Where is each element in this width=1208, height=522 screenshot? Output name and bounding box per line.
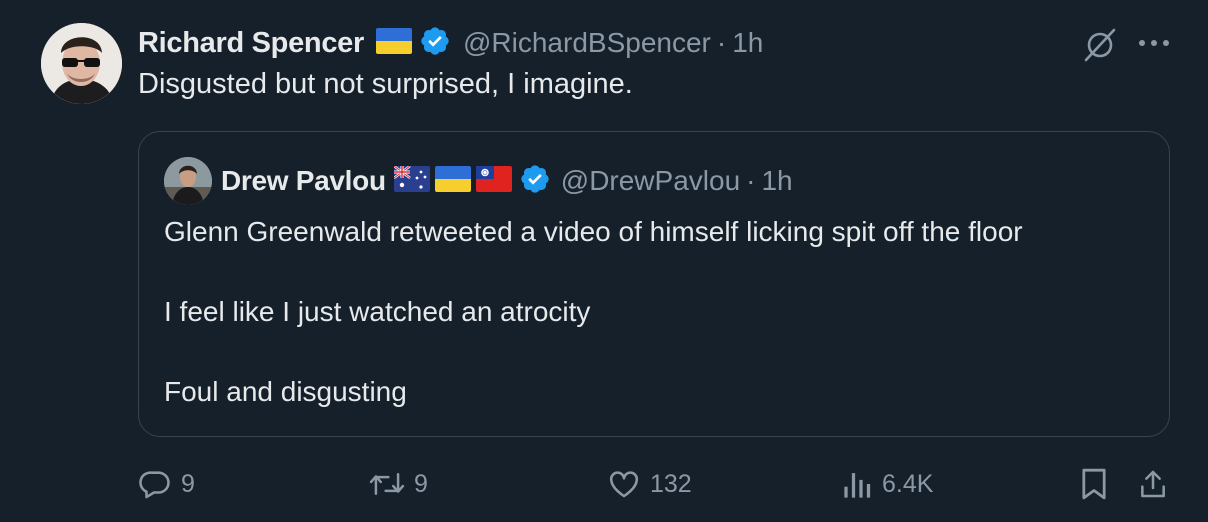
reply-icon bbox=[138, 467, 172, 501]
author-avatar[interactable] bbox=[41, 23, 122, 104]
quoted-author-avatar[interactable] bbox=[164, 157, 212, 205]
like-count: 132 bbox=[650, 469, 692, 498]
like-button[interactable]: 132 bbox=[607, 462, 692, 506]
quoted-post[interactable]: Drew Pavlou @DrewPavlou · 1h Glenn Green… bbox=[138, 131, 1170, 437]
quoted-text-line: Foul and disgusting bbox=[164, 376, 407, 407]
share-button[interactable] bbox=[1137, 462, 1169, 506]
views-count: 6.4K bbox=[882, 469, 934, 498]
post-text: Disgusted but not surprised, I imagine. bbox=[138, 68, 633, 100]
separator: · bbox=[746, 165, 756, 196]
taiwan-flag-icon bbox=[475, 165, 512, 197]
share-icon bbox=[1137, 466, 1169, 502]
repost-button[interactable]: 9 bbox=[369, 462, 428, 506]
views-button[interactable]: 6.4K bbox=[843, 462, 933, 506]
action-bar: 9 9 132 6.4K bbox=[0, 462, 1208, 506]
reply-button[interactable]: 9 bbox=[138, 462, 195, 506]
quoted-author-name[interactable]: Drew Pavlou bbox=[221, 165, 386, 197]
like-icon bbox=[607, 467, 641, 501]
australia-flag-icon bbox=[393, 164, 430, 197]
quoted-author-handle[interactable]: @DrewPavlou bbox=[561, 165, 740, 197]
author-name[interactable]: Richard Spencer bbox=[138, 27, 364, 60]
repost-icon bbox=[369, 467, 405, 501]
separator: · bbox=[716, 27, 727, 58]
grok-icon[interactable] bbox=[1082, 27, 1118, 63]
quoted-post-time[interactable]: 1h bbox=[761, 165, 792, 197]
post[interactable]: Richard Spencer @RichardBSpencer · 1h Di… bbox=[0, 0, 1208, 522]
post-time[interactable]: 1h bbox=[732, 27, 763, 59]
repost-count: 9 bbox=[414, 469, 428, 498]
author-handle[interactable]: @RichardBSpencer bbox=[463, 27, 711, 59]
quoted-flags bbox=[393, 164, 512, 197]
bookmark-button[interactable] bbox=[1078, 462, 1110, 506]
ukraine-flag-icon bbox=[375, 27, 412, 59]
quoted-post-header: Drew Pavlou @DrewPavlou · 1h bbox=[221, 161, 793, 201]
bookmark-icon bbox=[1078, 466, 1110, 502]
ukraine-flag-icon bbox=[434, 165, 471, 197]
quoted-text-line: Glenn Greenwald retweeted a video of him… bbox=[164, 216, 1023, 247]
reply-count: 9 bbox=[181, 469, 195, 498]
more-icon[interactable] bbox=[1137, 36, 1171, 50]
verified-badge-icon[interactable] bbox=[419, 25, 451, 62]
views-icon bbox=[843, 467, 873, 501]
quoted-text-line: I feel like I just watched an atrocity bbox=[164, 296, 591, 327]
post-header: Richard Spencer @RichardBSpencer · 1h bbox=[138, 24, 763, 62]
verified-badge-icon[interactable] bbox=[519, 163, 551, 200]
